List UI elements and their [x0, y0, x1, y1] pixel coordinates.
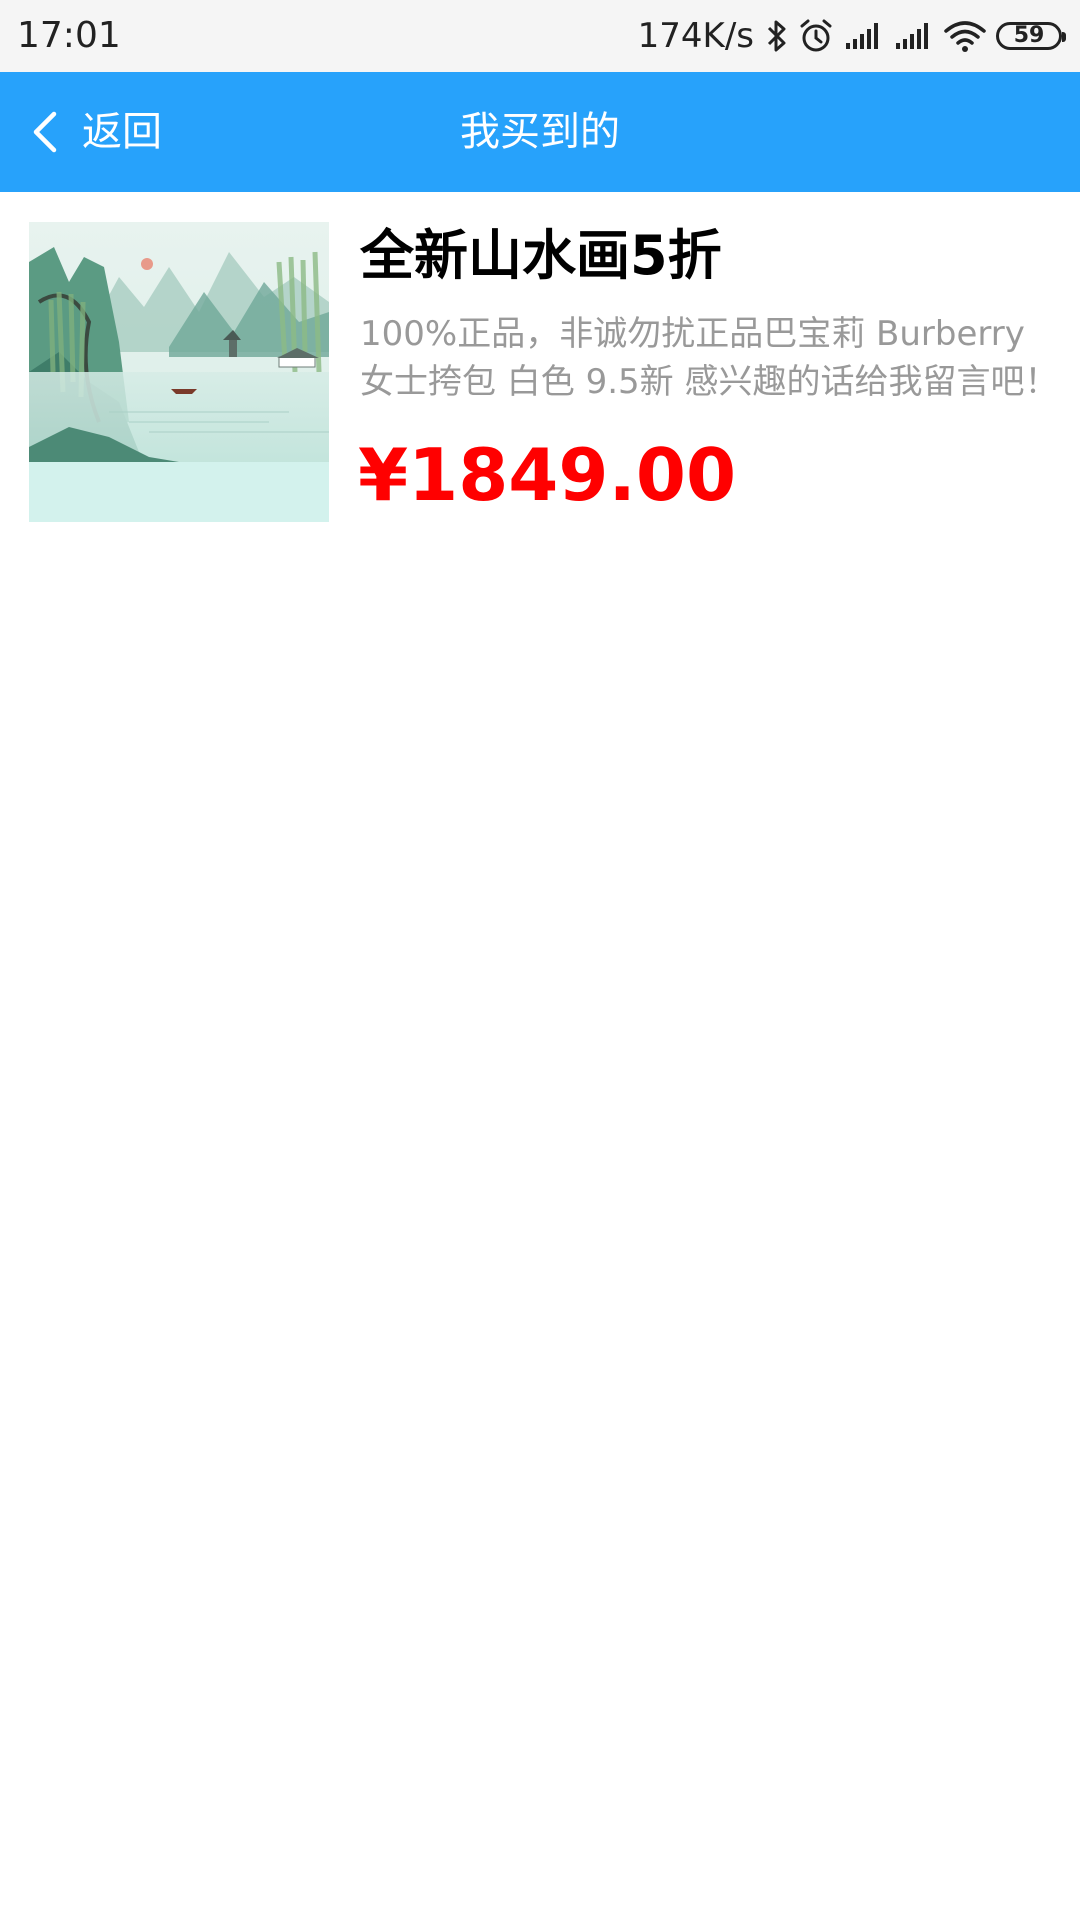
status-time: 17:01	[17, 15, 121, 56]
status-bar: 17:01 174K/s 59	[0, 0, 1080, 72]
bluetooth-icon	[767, 20, 786, 52]
back-button[interactable]: 返回	[30, 72, 162, 192]
item-title: 全新山水画5折	[360, 224, 722, 287]
item-description: 100%正品，非诚勿扰正品巴宝莉 Burberry 女士挎包 白色 9.5新 感…	[360, 314, 1059, 402]
chevron-left-icon	[33, 111, 57, 153]
alarm-icon	[800, 19, 832, 52]
item-price: ¥1849.00	[358, 433, 737, 517]
signal-icon	[846, 23, 878, 49]
list-item[interactable]: 全新山水画5折 100%正品，非诚勿扰正品巴宝莉 Burberry 女士挎包 白…	[0, 192, 1080, 536]
purchased-list: 全新山水画5折 100%正品，非诚勿扰正品巴宝莉 Burberry 女士挎包 白…	[0, 192, 1080, 536]
product-image	[29, 222, 329, 522]
battery-icon: 59	[996, 22, 1066, 50]
network-speed: 174K/s	[637, 16, 754, 56]
signal-icon	[896, 23, 928, 49]
back-label: 返回	[82, 109, 162, 155]
page-title: 我买到的	[460, 109, 620, 155]
wifi-icon	[944, 21, 986, 52]
status-icons: 174K/s 59	[637, 14, 1066, 58]
app-bar: 我买到的 返回	[0, 72, 1080, 192]
